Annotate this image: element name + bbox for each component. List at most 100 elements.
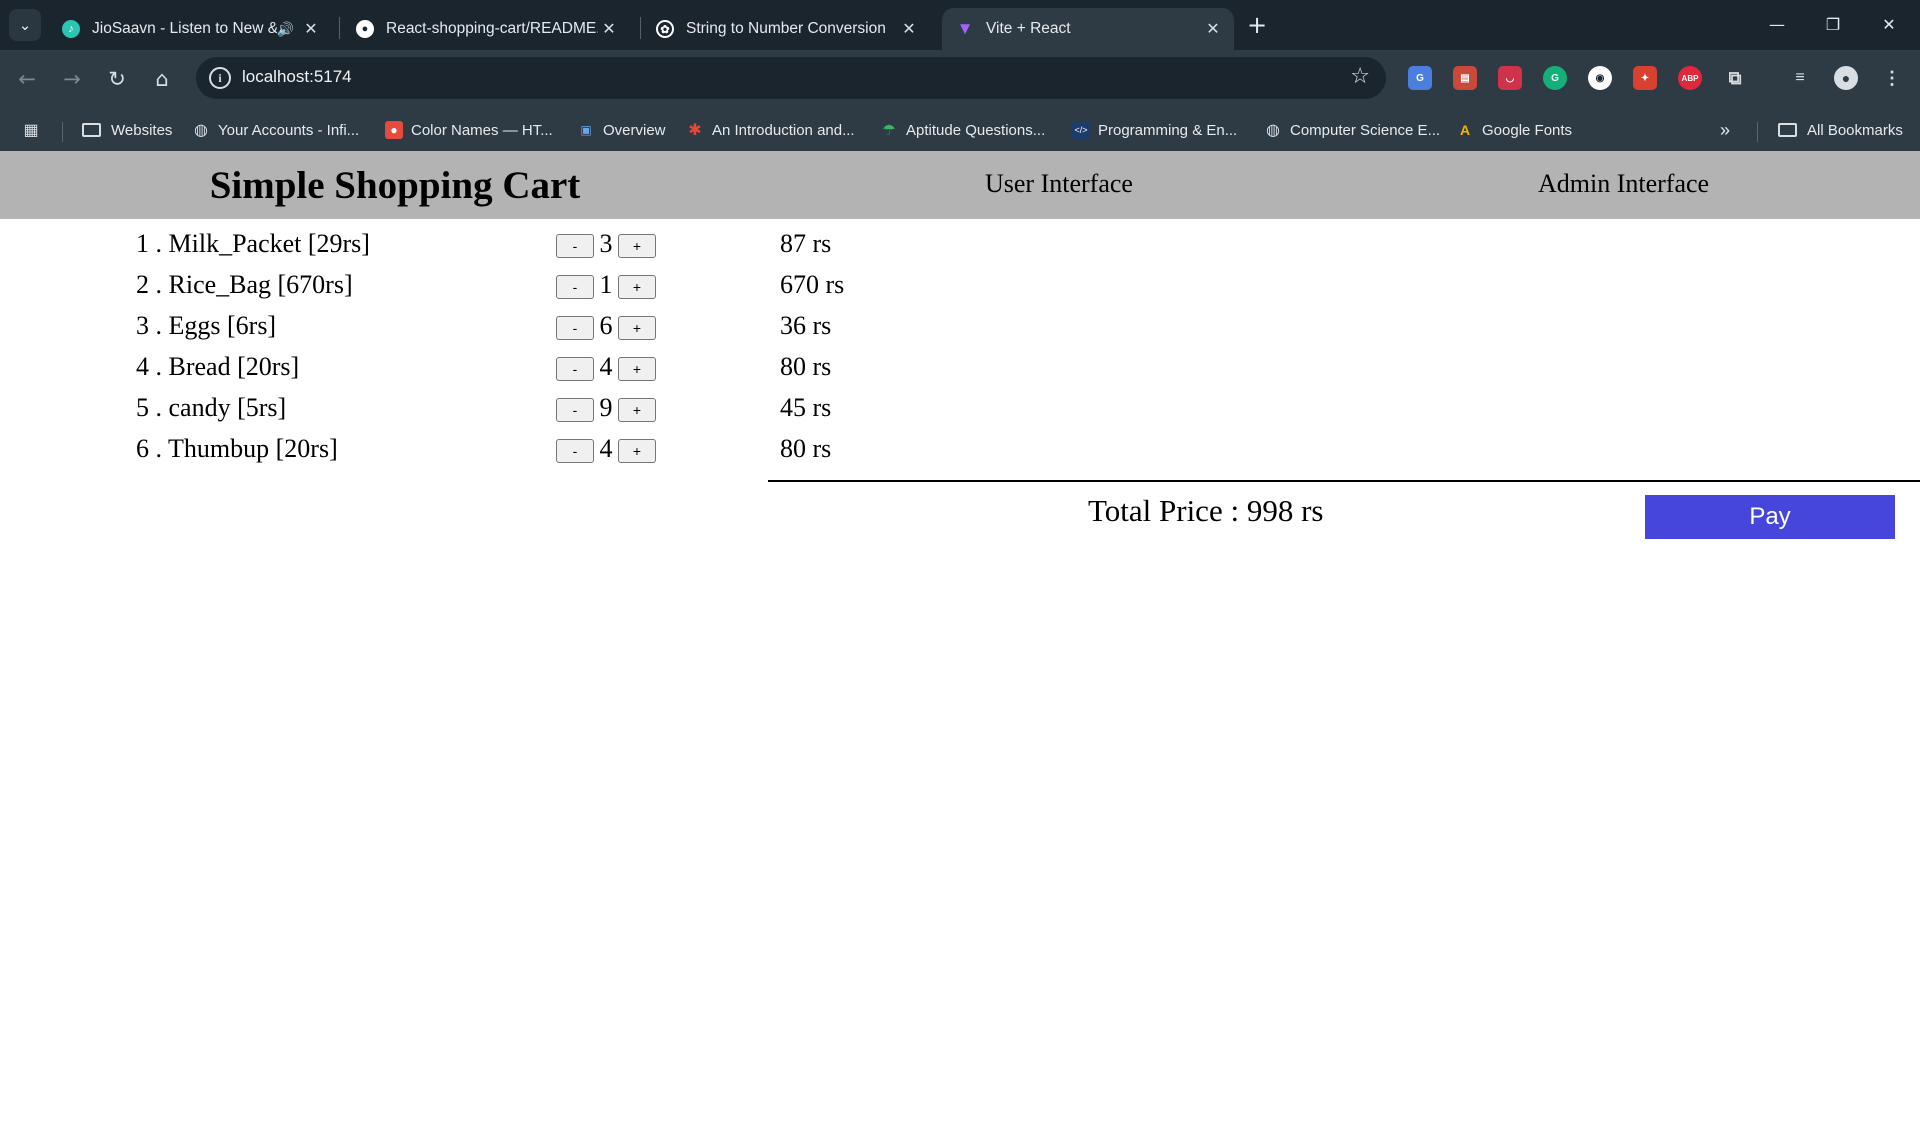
pay-button[interactable]: Pay (1645, 495, 1895, 539)
close-icon[interactable]: ✕ (898, 19, 920, 39)
total-price: Total Price : 998 rs (1088, 493, 1324, 528)
url-text[interactable]: localhost:5174 (242, 67, 352, 87)
item-quantity: 9 (599, 393, 613, 422)
bookmark-programming[interactable]: </> Programming & En... (1072, 118, 1237, 142)
new-tab-button[interactable]: + (1243, 11, 1271, 39)
item-quantity: 4 (599, 352, 613, 381)
minimize-button[interactable]: — (1754, 4, 1800, 44)
tab-separator (339, 17, 340, 39)
increase-quantity-button[interactable]: + (618, 234, 656, 258)
admin-interface-link[interactable]: Admin Interface (1538, 169, 1709, 199)
item-quantity: 4 (599, 434, 613, 463)
back-button[interactable]: ← (10, 62, 44, 96)
app-header: Simple Shopping Cart User Interface Admi… (0, 151, 1920, 219)
chevron-down-icon: ⌄ (18, 16, 32, 34)
tab-jiosaavn[interactable]: ♪ JioSaavn - Listen to New & 🔊 ✕ (48, 8, 332, 50)
close-icon[interactable]: ✕ (300, 19, 322, 39)
folder-icon (1778, 123, 1797, 137)
increase-quantity-button[interactable]: + (618, 439, 656, 463)
home-icon: ⌂ (155, 67, 169, 91)
bookmark-overview[interactable]: ▣ Overview (577, 118, 666, 142)
adblock-icon[interactable]: ABP (1678, 66, 1702, 90)
close-icon[interactable]: ✕ (1202, 19, 1224, 39)
bookmark-aptitude[interactable]: ☂ Aptitude Questions... (880, 118, 1045, 142)
umbrella-icon: ☂ (882, 122, 896, 139)
bookmark-label: Overview (603, 121, 666, 139)
total-divider (768, 480, 1920, 482)
bookmark-star-icon[interactable]: ☆ (1350, 64, 1370, 89)
tab-vite-react[interactable]: ▼ Vite + React ✕ (942, 8, 1234, 50)
page-title: Simple Shopping Cart (209, 164, 581, 207)
avatar[interactable]: ● (1834, 66, 1858, 90)
bookmark-google-fonts[interactable]: A Google Fonts (1456, 118, 1572, 142)
increase-quantity-button[interactable]: + (618, 316, 656, 340)
item-subtotal: 80 rs (780, 434, 832, 463)
bookmark-label: Computer Science E... (1290, 121, 1441, 139)
pocket-icon[interactable]: ◡ (1498, 66, 1522, 90)
color-icon: ● (385, 121, 403, 139)
bookmark-color-names[interactable]: ● Color Names — HT... (385, 118, 553, 142)
arrow-left-icon: ← (18, 67, 36, 91)
cart-item: 3 . Eggs [6rs] - 6 + 36 rs (0, 311, 1920, 351)
reload-button[interactable]: ↻ (100, 62, 134, 96)
extension-icon[interactable]: ◉ (1588, 66, 1612, 90)
item-subtotal: 80 rs (780, 352, 832, 381)
bookmark-websites[interactable]: Websites (82, 118, 172, 142)
puzzle-icon[interactable]: ⧉ (1723, 66, 1747, 90)
close-window-button[interactable]: ✕ (1866, 4, 1912, 44)
forward-button[interactable]: → (55, 62, 89, 96)
globe-icon: ◍ (194, 122, 208, 139)
site-info-icon[interactable]: i (209, 67, 231, 89)
decrease-quantity-button[interactable]: - (556, 439, 594, 463)
increase-quantity-button[interactable]: + (618, 275, 656, 299)
tab-separator (640, 17, 641, 39)
home-button[interactable]: ⌂ (145, 62, 179, 96)
tab-title: JioSaavn - Listen to New & (92, 20, 277, 37)
vite-icon: ▼ (956, 19, 974, 38)
decrease-quantity-button[interactable]: - (556, 357, 594, 381)
decrease-quantity-button[interactable]: - (556, 234, 594, 258)
extension-icon[interactable]: ✦ (1633, 66, 1657, 90)
increase-quantity-button[interactable]: + (618, 398, 656, 422)
grammarly-icon[interactable]: G (1543, 66, 1567, 90)
all-bookmarks-button[interactable]: All Bookmarks (1778, 118, 1903, 142)
car-icon: ▣ (580, 123, 592, 137)
decrease-quantity-button[interactable]: - (556, 398, 594, 422)
item-subtotal: 87 rs (780, 229, 832, 258)
user-interface-link[interactable]: User Interface (985, 169, 1133, 199)
item-name: 6 . Thumbup [20rs] (136, 434, 338, 463)
item-quantity: 6 (599, 311, 613, 340)
reload-icon: ↻ (108, 67, 126, 91)
google-translate-icon[interactable]: G (1408, 66, 1432, 90)
cart-item: 1 . Milk_Packet [29rs] - 3 + 87 rs (0, 229, 1920, 269)
extension-icon[interactable]: ▤ (1453, 66, 1477, 90)
cart-item: 4 . Bread [20rs] - 4 + 80 rs (0, 352, 1920, 392)
restore-button[interactable]: ❐ (1810, 4, 1856, 44)
more-bookmarks-button[interactable]: » (1720, 118, 1730, 142)
decrease-quantity-button[interactable]: - (556, 316, 594, 340)
bookmark-introduction[interactable]: ✱ An Introduction and... (686, 118, 855, 142)
close-icon[interactable]: ✕ (598, 19, 620, 39)
item-quantity: 3 (599, 229, 613, 258)
increase-quantity-button[interactable]: + (618, 357, 656, 381)
bookmark-label: An Introduction and... (712, 121, 855, 139)
address-bar[interactable]: i localhost:5174 ☆ (196, 57, 1386, 99)
media-control-icon[interactable]: ≡ (1788, 66, 1812, 90)
double-chevron-right-icon: » (1720, 119, 1731, 140)
speaker-icon[interactable]: 🔊 (277, 21, 294, 38)
bookmark-label: Programming & En... (1098, 121, 1238, 139)
bookmark-your-accounts[interactable]: ◍ Your Accounts - Infi... (192, 118, 359, 142)
tab-github[interactable]: ● React-shopping-cart/README.m ✕ (342, 8, 630, 50)
tab-strip: ⌄ ♪ JioSaavn - Listen to New & 🔊 ✕ ● Rea… (0, 0, 1920, 50)
tab-search-button[interactable]: ⌄ (9, 9, 41, 41)
bookmarks-bar: ▦ Websites ◍ Your Accounts - Infi... ● Col… (0, 108, 1920, 151)
apps-button[interactable]: ▦ (22, 118, 48, 142)
item-subtotal: 670 rs (780, 270, 845, 299)
menu-kebab-icon[interactable]: ⋮ (1880, 66, 1904, 90)
code-icon: </> (1072, 121, 1090, 139)
jiosaavn-icon: ♪ (62, 20, 80, 38)
bookmark-computer-science[interactable]: ◍ Computer Science E... (1264, 118, 1440, 142)
decrease-quantity-button[interactable]: - (556, 275, 594, 299)
tab-chatgpt[interactable]: ✿ String to Number Conversion ✕ (642, 8, 930, 50)
cart-item: 2 . Rice_Bag [670rs] - 1 + 670 rs (0, 270, 1920, 310)
